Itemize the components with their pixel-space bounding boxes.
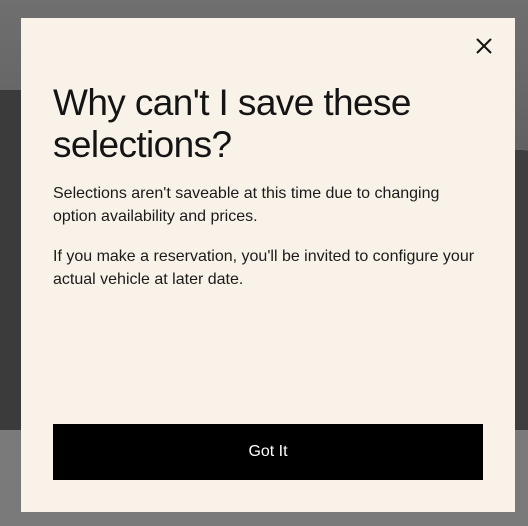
dialog-title: Why can't I save these selections? xyxy=(53,82,411,165)
close-button[interactable] xyxy=(473,35,495,57)
close-icon xyxy=(476,38,492,54)
dialog-paragraph-availability: Selections aren't saveable at this time … xyxy=(53,185,440,225)
dialog-paragraph-reservation: If you make a reservation, you'll be inv… xyxy=(53,248,475,288)
save-selections-dialog: Why can't I save these selections? Selec… xyxy=(21,18,515,512)
got-it-button[interactable]: Got It xyxy=(53,424,483,480)
